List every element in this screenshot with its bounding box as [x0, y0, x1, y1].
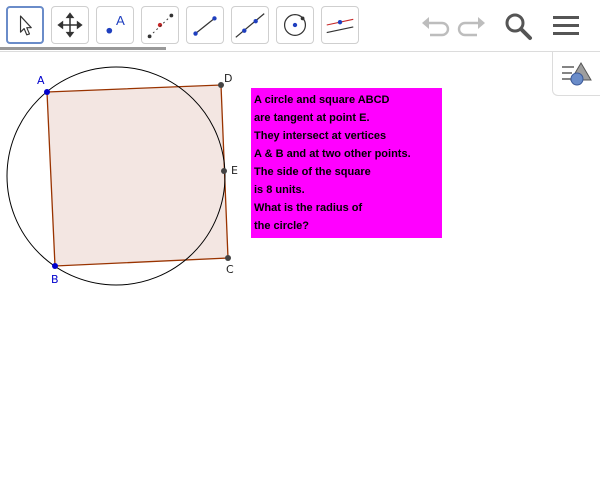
- problem-text-box[interactable]: A circle and square ABCD are tangent at …: [251, 88, 442, 238]
- perpendicular-line-tool-button[interactable]: [321, 6, 359, 44]
- point-a[interactable]: [44, 89, 50, 95]
- undo-icon: [422, 17, 450, 37]
- problem-text-line: are tangent at point E.: [254, 112, 370, 124]
- point-e[interactable]: [221, 168, 227, 174]
- point-icon: A: [106, 13, 125, 34]
- problem-text-line: A circle and square ABCD: [254, 94, 390, 106]
- undo-button[interactable]: [418, 10, 452, 42]
- circle-with-center-icon: [283, 13, 307, 37]
- move-graphics-view-tool-button[interactable]: [51, 6, 89, 44]
- line-tool-button[interactable]: [231, 6, 269, 44]
- point-c[interactable]: [225, 255, 231, 261]
- problem-text-line: What is the radius of: [254, 202, 363, 214]
- move-cross-arrows-icon: [57, 12, 83, 38]
- problem-text-line: A & B and at two other points.: [254, 148, 411, 160]
- problem-text-line: They intersect at vertices: [254, 130, 387, 142]
- search-button[interactable]: [501, 10, 535, 42]
- move-tool-button[interactable]: [6, 6, 44, 44]
- segment-tool-button[interactable]: [186, 6, 224, 44]
- square-abcd[interactable]: [46, 84, 229, 267]
- cursor-arrow-icon: [19, 15, 32, 36]
- two-points-tool-button[interactable]: [141, 6, 179, 44]
- problem-text-line: the circle?: [254, 220, 310, 232]
- label-e: E: [231, 164, 238, 177]
- point-b[interactable]: [52, 263, 58, 269]
- problem-text-line: is 8 units.: [254, 184, 305, 196]
- search-icon: [505, 13, 532, 40]
- point-tool-button[interactable]: A: [96, 6, 134, 44]
- label-d: D: [224, 72, 232, 85]
- two-points-icon: [147, 13, 174, 39]
- label-a: A: [37, 74, 45, 87]
- circle-center-point-tool-button[interactable]: [276, 6, 314, 44]
- point-tool-label: A: [116, 13, 125, 28]
- label-c: C: [226, 263, 234, 276]
- redo-button[interactable]: [455, 10, 489, 42]
- redo-icon: [457, 17, 485, 37]
- line-icon: [235, 13, 265, 38]
- toolbar-divider: [0, 51, 600, 52]
- menu-button[interactable]: [549, 10, 583, 42]
- hamburger-menu-icon: [553, 16, 579, 35]
- label-b: B: [51, 273, 59, 286]
- problem-text-line: The side of the square: [254, 166, 371, 178]
- toolbar: A: [0, 0, 600, 52]
- parallel-lines-icon: [326, 18, 354, 34]
- segment-icon: [193, 16, 217, 36]
- toolbar-scroll-indicator: [0, 47, 166, 50]
